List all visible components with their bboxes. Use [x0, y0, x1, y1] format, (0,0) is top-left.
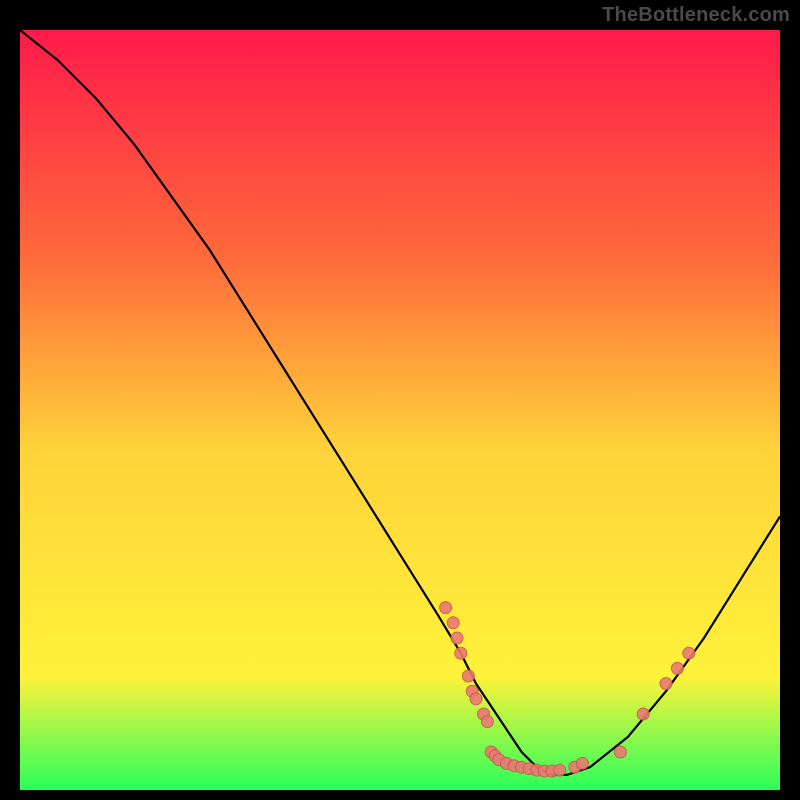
data-marker: [671, 662, 683, 674]
data-marker: [455, 647, 467, 659]
data-marker: [470, 693, 482, 705]
data-marker: [576, 757, 588, 769]
data-marker: [447, 617, 459, 629]
data-marker: [637, 708, 649, 720]
bottleneck-chart: [20, 30, 780, 790]
data-marker: [554, 764, 566, 776]
data-marker: [462, 670, 474, 682]
data-marker: [481, 716, 493, 728]
data-marker: [683, 647, 695, 659]
chart-frame: TheBottleneck.com: [0, 0, 800, 800]
watermark-label: TheBottleneck.com: [602, 4, 790, 27]
data-marker: [660, 678, 672, 690]
plot-area: [20, 30, 780, 790]
data-marker: [614, 746, 626, 758]
data-marker: [440, 602, 452, 614]
data-marker: [451, 632, 463, 644]
